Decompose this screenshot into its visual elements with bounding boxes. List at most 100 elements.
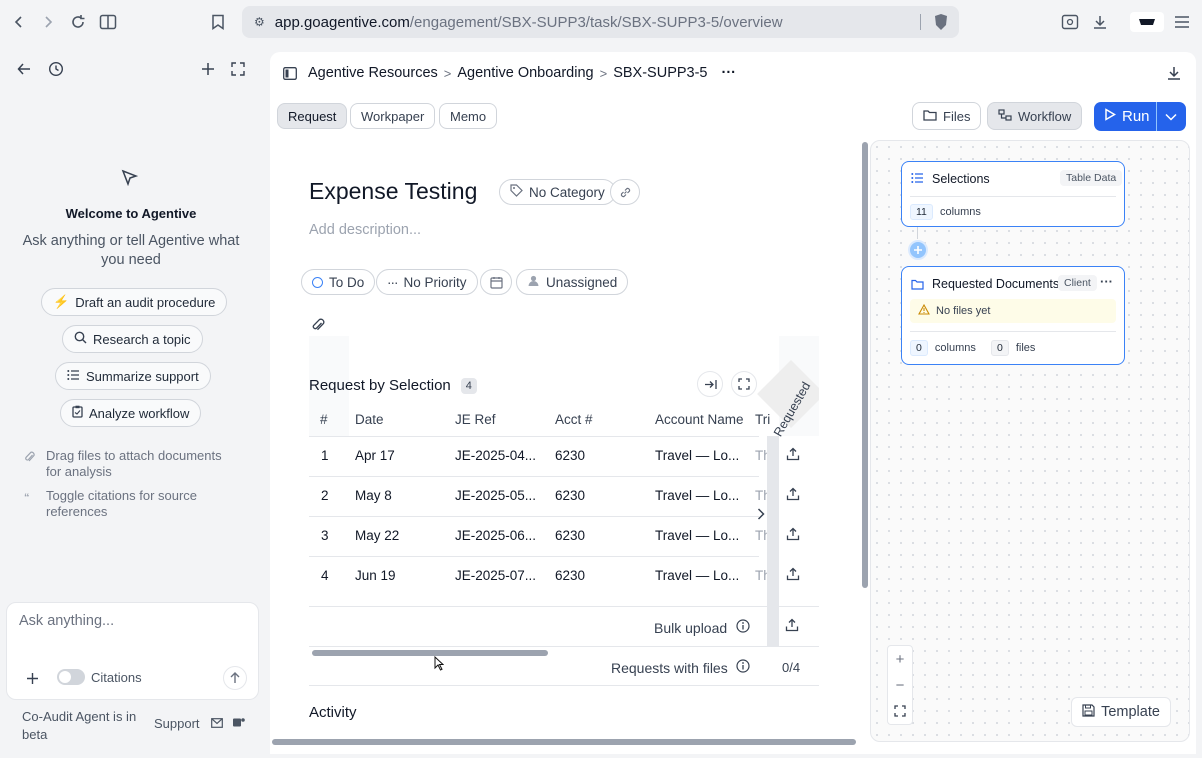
- new-chat-plus-icon[interactable]: [196, 57, 220, 81]
- breadcrumb-item[interactable]: Agentive Resources: [308, 65, 438, 81]
- clipboard-icon: [72, 405, 83, 421]
- breadcrumb-item[interactable]: SBX-SUPP3-5: [613, 65, 707, 81]
- workflow-button[interactable]: Workflow: [987, 102, 1083, 130]
- chat-composer: Citations: [6, 602, 259, 700]
- info-icon[interactable]: [736, 659, 750, 676]
- suggestion-draft-audit[interactable]: ⚡ Draft an audit procedure: [41, 288, 228, 316]
- quote-icon: “: [24, 492, 30, 504]
- column-header[interactable]: #: [320, 412, 328, 427]
- address-bar[interactable]: ⚙ app.goagentive.com/engagement/SBX-SUPP…: [242, 6, 959, 38]
- files-label: Files: [943, 108, 971, 124]
- chat-input[interactable]: [19, 613, 247, 629]
- zoom-in-plus-icon[interactable]: +: [888, 646, 912, 672]
- files-count: 0: [990, 340, 1009, 356]
- send-arrow-icon[interactable]: [223, 666, 247, 690]
- beta-notice: Co-Audit Agent is in beta: [22, 709, 137, 742]
- folder-icon: [911, 278, 924, 293]
- breadcrumb-item[interactable]: Agentive Onboarding: [457, 65, 593, 81]
- workflow-canvas[interactable]: Selections Table Data 11 columns Request…: [870, 140, 1190, 742]
- reload-icon[interactable]: [64, 8, 92, 36]
- menu-hamburger-icon[interactable]: [1168, 8, 1196, 36]
- fit-view-icon[interactable]: [888, 698, 912, 724]
- workflow-node-selections[interactable]: Selections Table Data 11 columns: [901, 161, 1125, 227]
- teams-icon[interactable]: [232, 716, 245, 731]
- cell-je-ref: JE-2025-04...: [455, 448, 537, 463]
- support-link[interactable]: Support: [154, 716, 245, 731]
- column-header[interactable]: Account Name: [655, 412, 744, 427]
- workflow-node-requested-documents[interactable]: Requested Documents Client ··· No files …: [901, 266, 1125, 365]
- bulk-upload-icon[interactable]: [785, 618, 799, 635]
- brave-wallet-icon[interactable]: [1130, 12, 1164, 32]
- attach-plus-icon[interactable]: [20, 666, 44, 690]
- column-header[interactable]: Tri: [755, 412, 770, 427]
- files-button[interactable]: Files: [912, 102, 982, 130]
- node-columns-info: 11 columns: [910, 204, 981, 220]
- fullscreen-icon[interactable]: [731, 371, 757, 397]
- info-icon[interactable]: [736, 619, 750, 636]
- expand-icon[interactable]: [226, 57, 250, 81]
- site-settings-icon[interactable]: ⚙: [254, 15, 265, 29]
- url-separator: [920, 14, 921, 30]
- history-icon[interactable]: [44, 57, 68, 81]
- tab-request[interactable]: Request: [277, 103, 348, 129]
- chevron-right-icon[interactable]: [749, 502, 773, 526]
- suggestion-analyze-workflow[interactable]: Analyze workflow: [60, 399, 202, 427]
- back-arrow-icon[interactable]: [12, 57, 36, 81]
- tab-memo[interactable]: Memo: [439, 103, 498, 129]
- cell-je-ref: JE-2025-06...: [455, 528, 537, 543]
- bulk-upload-row: Bulk upload: [309, 606, 819, 646]
- assignee-chip[interactable]: Unassigned: [516, 269, 629, 295]
- search-tab-icon[interactable]: [1056, 8, 1084, 36]
- mail-icon[interactable]: [211, 716, 227, 731]
- cell-je-ref: JE-2025-05...: [455, 488, 537, 503]
- suggestion-label: Draft an audit procedure: [75, 294, 216, 310]
- back-arrow-icon[interactable]: [5, 8, 33, 36]
- link-icon[interactable]: [610, 179, 640, 205]
- search-icon: [74, 331, 87, 347]
- add-node-plus-icon[interactable]: [908, 240, 928, 260]
- run-dropdown-chevron-icon[interactable]: [1156, 102, 1185, 131]
- more-options-icon[interactable]: ···: [722, 65, 737, 81]
- upload-icon[interactable]: [781, 562, 805, 586]
- main-horizontal-scrollbar[interactable]: [272, 739, 856, 745]
- suggestion-research-topic[interactable]: Research a topic: [62, 325, 203, 353]
- requests-with-files-label: Requests with files: [611, 660, 728, 676]
- collapse-panel-icon[interactable]: [697, 371, 723, 397]
- description-input[interactable]: Add description...: [309, 222, 421, 238]
- download-icon[interactable]: [1086, 8, 1114, 36]
- paperclip-icon[interactable]: [306, 312, 330, 336]
- suggestion-summarize-support[interactable]: Summarize support: [55, 362, 211, 390]
- category-chip[interactable]: No Category: [499, 179, 616, 205]
- row-divider: [309, 476, 759, 477]
- node-more-icon[interactable]: ···: [1100, 274, 1113, 289]
- template-button[interactable]: Template: [1071, 697, 1171, 727]
- task-main-panel: Agentive Resources > Agentive Onboarding…: [270, 52, 1196, 754]
- upload-icon[interactable]: [781, 482, 805, 506]
- columns-count: 0: [910, 340, 928, 356]
- status-chip[interactable]: To Do: [301, 269, 376, 295]
- citations-label: Citations: [91, 670, 142, 685]
- upload-icon[interactable]: [781, 522, 805, 546]
- forward-arrow-icon[interactable]: [34, 8, 62, 36]
- bookmark-icon[interactable]: [204, 8, 232, 36]
- run-button[interactable]: Run: [1094, 108, 1156, 125]
- cursor-arrow-icon: [120, 168, 142, 190]
- tag-icon: [510, 184, 523, 200]
- upload-icon[interactable]: [781, 442, 805, 466]
- citations-toggle[interactable]: [57, 669, 85, 685]
- sidebar-toggle-icon[interactable]: [94, 8, 122, 36]
- main-vertical-scrollbar[interactable]: [862, 142, 868, 588]
- brave-shield-icon[interactable]: [933, 13, 949, 34]
- task-title[interactable]: Expense Testing: [309, 178, 477, 205]
- download-icon[interactable]: [1162, 61, 1186, 85]
- columns-label: columns: [934, 342, 976, 354]
- column-header[interactable]: JE Ref: [455, 412, 496, 427]
- requests-with-files-row: Requests with files 0/4: [309, 646, 819, 686]
- priority-chip[interactable]: ··· No Priority: [376, 269, 478, 295]
- column-header[interactable]: Date: [355, 412, 384, 427]
- column-header[interactable]: Acct #: [555, 412, 593, 427]
- zoom-out-minus-icon[interactable]: −: [888, 672, 912, 698]
- tab-workpaper[interactable]: Workpaper: [350, 103, 436, 129]
- panel-toggle-icon[interactable]: [278, 61, 302, 85]
- due-date-calendar-icon[interactable]: [480, 269, 512, 295]
